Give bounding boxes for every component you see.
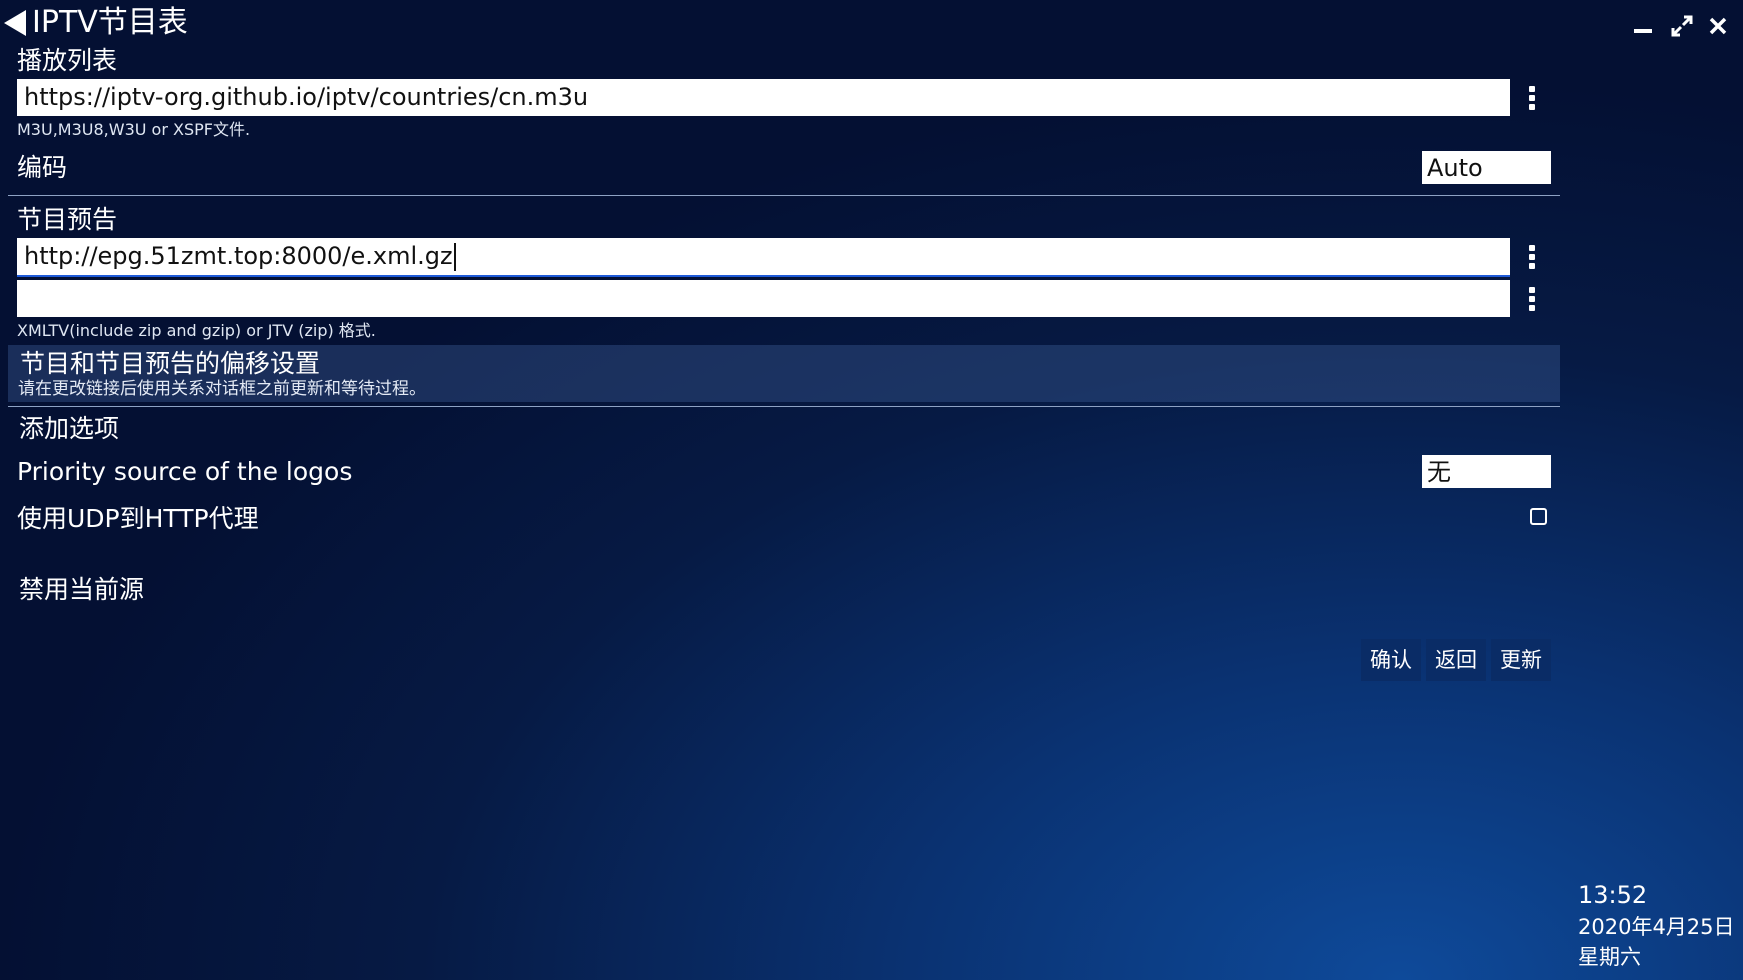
- playlist-url-input[interactable]: https://iptv-org.github.io/iptv/countrie…: [17, 79, 1510, 116]
- expand-icon: [1671, 15, 1693, 37]
- disable-source-button[interactable]: 禁用当前源: [19, 574, 144, 606]
- playlist-label: 播放列表: [17, 46, 118, 75]
- confirm-button[interactable]: 确认: [1361, 639, 1421, 681]
- offset-subtitle: 请在更改链接后使用关系对话框之前更新和等待过程。: [18, 379, 426, 399]
- logo-source-select[interactable]: 无: [1422, 455, 1551, 488]
- playlist-url-text: https://iptv-org.github.io/iptv/countrie…: [24, 83, 589, 111]
- logo-source-value: 无: [1427, 458, 1451, 486]
- back-arrow-icon[interactable]: [4, 10, 26, 36]
- epg-url-text-1: http://epg.51zmt.top:8000/e.xml.gz: [24, 242, 453, 270]
- window-title: IPTV节目表: [32, 5, 188, 40]
- playlist-hint: M3U,M3U8,W3U or XSPF文件.: [17, 120, 251, 139]
- maximize-button[interactable]: [1668, 12, 1696, 40]
- epg-hint: XMLTV(include zip and gzip) or JTV (zip)…: [17, 321, 376, 340]
- divider: [8, 406, 1560, 407]
- clock-date: 2020年4月25日: [1578, 915, 1735, 939]
- encoding-select[interactable]: Auto: [1422, 151, 1551, 184]
- clock-weekday: 星期六: [1578, 945, 1641, 969]
- offset-title: 节目和节目预告的偏移设置: [20, 349, 321, 378]
- close-icon: [1709, 17, 1727, 35]
- epg-url-input-2[interactable]: [17, 280, 1510, 317]
- epg-menu-icon-1[interactable]: [1524, 241, 1540, 273]
- epg-url-input-1[interactable]: http://epg.51zmt.top:8000/e.xml.gz: [17, 238, 1510, 275]
- back-button[interactable]: 返回: [1426, 639, 1486, 681]
- encoding-label: 编码: [17, 153, 68, 182]
- close-button[interactable]: [1704, 12, 1732, 40]
- update-button[interactable]: 更新: [1491, 639, 1551, 681]
- epg-menu-icon-2[interactable]: [1524, 283, 1540, 315]
- minimize-button[interactable]: [1630, 12, 1658, 40]
- udp-proxy-checkbox[interactable]: [1530, 508, 1547, 525]
- encoding-value: Auto: [1427, 154, 1483, 182]
- logo-source-label: Priority source of the logos: [17, 457, 353, 486]
- text-caret: [453, 243, 456, 271]
- divider: [8, 195, 1560, 196]
- udp-proxy-label: 使用UDP到HTTP代理: [17, 504, 259, 533]
- clock-time: 13:52: [1578, 881, 1648, 909]
- options-label: 添加选项: [19, 414, 120, 443]
- playlist-menu-icon[interactable]: [1524, 82, 1540, 114]
- epg-label: 节目预告: [17, 205, 118, 234]
- offset-settings-item[interactable]: 节目和节目预告的偏移设置 请在更改链接后使用关系对话框之前更新和等待过程。: [8, 345, 1560, 402]
